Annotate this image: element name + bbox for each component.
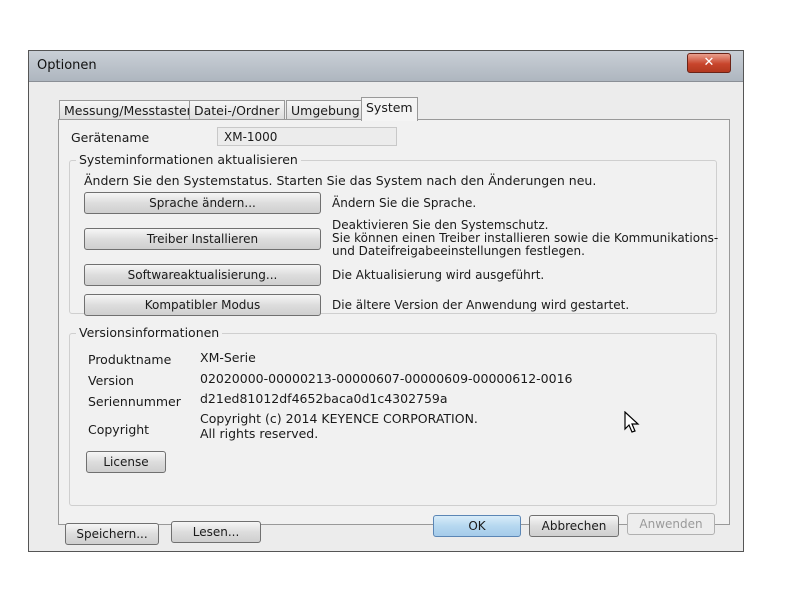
system-update-group: Systeminformationen aktualisieren Ändern…	[69, 152, 718, 316]
ok-button[interactable]: OK	[433, 515, 521, 537]
mouse-cursor-icon	[624, 411, 640, 433]
copyright-label: Copyright	[88, 422, 150, 437]
tab-messung[interactable]: Messung/Messtaster	[59, 100, 197, 120]
compatible-mode-button[interactable]: Kompatibler Modus	[84, 294, 321, 316]
cancel-button[interactable]: Abbrechen	[529, 515, 619, 537]
product-name-label: Produktname	[88, 352, 172, 367]
dialog-body: Messung/Messtaster Datei-/Ordner Umgebun…	[29, 82, 743, 551]
change-language-desc: Ändern Sie die Sprache.	[332, 196, 477, 210]
apply-button[interactable]: Anwenden	[627, 513, 715, 535]
title-bar[interactable]: Optionen ✕	[29, 51, 743, 82]
close-button[interactable]: ✕	[687, 53, 731, 73]
software-update-desc: Die Aktualisierung wird ausgeführt.	[332, 268, 545, 282]
device-name-label: Gerätename	[71, 130, 150, 145]
version-info-group: Versionsinformationen Produktname XM-Ser…	[69, 325, 717, 506]
version-value: 02020000-00000213-00000607-00000609-0000…	[200, 371, 573, 386]
device-name-field: XM-1000	[217, 127, 397, 146]
serial-number-label: Seriennummer	[88, 394, 181, 409]
close-icon: ✕	[703, 55, 715, 70]
software-update-button[interactable]: Softwareaktualisierung...	[84, 264, 321, 286]
options-dialog: Optionen ✕ Messung/Messtaster Datei-/Ord…	[28, 50, 744, 552]
save-button[interactable]: Speichern...	[65, 523, 159, 545]
read-button[interactable]: Lesen...	[171, 521, 261, 543]
copyright-value-line1: Copyright (c) 2014 KEYENCE CORPORATION.	[200, 411, 478, 426]
change-language-button[interactable]: Sprache ändern...	[84, 192, 321, 214]
serial-number-value: d21ed81012df4652baca0d1c4302759a	[200, 391, 448, 406]
install-driver-desc-line3: und Dateifreigabeeinstellungen festlegen…	[332, 244, 585, 258]
tab-datei-ordner[interactable]: Datei-/Ordner	[189, 100, 285, 120]
compatible-mode-desc: Die ältere Version der Anwendung wird ge…	[332, 298, 630, 312]
system-tab-panel: Gerätename XM-1000 Systeminformationen a…	[58, 119, 730, 525]
version-info-title: Versionsinformationen	[76, 325, 223, 340]
product-name-value: XM-Serie	[200, 350, 256, 365]
system-update-title: Systeminformationen aktualisieren	[76, 152, 301, 167]
tab-system[interactable]: System	[361, 97, 418, 121]
version-label: Version	[88, 373, 134, 388]
system-update-intro: Ändern Sie den Systemstatus. Starten Sie…	[84, 173, 597, 188]
tab-umgebung[interactable]: Umgebung	[286, 100, 365, 120]
window-title: Optionen	[37, 58, 97, 73]
copyright-value-line2: All rights reserved.	[200, 426, 319, 441]
license-button[interactable]: License	[86, 451, 166, 473]
install-driver-button[interactable]: Treiber Installieren	[84, 228, 321, 250]
